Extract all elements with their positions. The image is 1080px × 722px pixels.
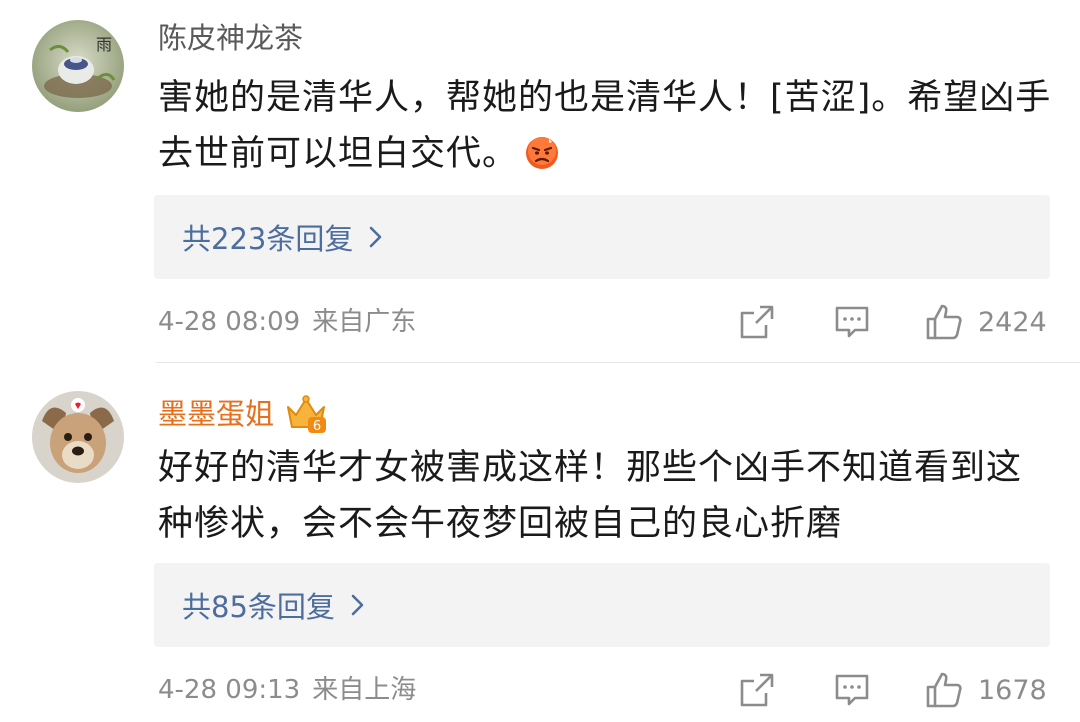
dog-avatar-icon [32, 391, 124, 483]
comment-text: 害她的是清华人，帮她的也是清华人！[苦涩]。希望凶手去世前可以坦白交代。 [158, 70, 1056, 182]
like-count: 2424 [978, 306, 1047, 338]
comment-meta: 4-28 08:09 来自广东 [158, 304, 416, 340]
user-avatar[interactable] [32, 391, 124, 483]
like-button[interactable]: 1678 [924, 670, 1047, 710]
comment-location: 来自上海 [312, 675, 417, 705]
angry-face-icon [526, 137, 559, 169]
username[interactable]: 陈皮神龙茶 [158, 18, 303, 58]
replies-count-label: 共223条回复 [182, 222, 354, 256]
comment-text: 好好的清华才女被害成这样！那些个凶手不知道看到这种惨状，会不会午夜梦回被自己的良… [158, 448, 1023, 544]
comment-time: 4-28 09:13 [158, 675, 301, 705]
replies-count-label: 共85条回复 [182, 590, 335, 624]
like-button[interactable]: 2424 [924, 302, 1047, 342]
comment-body: 害她的是清华人，帮她的也是清华人！[苦涩]。希望凶手去世前可以坦白交代。 [158, 78, 1052, 174]
thumbs-up-icon [926, 672, 962, 708]
like-count: 1678 [978, 674, 1047, 706]
thumbs-up-icon [926, 304, 962, 340]
comment-time: 4-28 08:09 [158, 307, 301, 337]
comment-icon [835, 306, 869, 338]
user-avatar[interactable]: 雨 [32, 20, 124, 112]
comment-button[interactable] [833, 670, 871, 710]
chevron-right-icon [370, 226, 382, 248]
share-button[interactable] [738, 670, 776, 710]
view-replies-button[interactable]: 共85条回复 [154, 563, 1050, 647]
crown-vip-badge-icon: 6 [287, 395, 327, 434]
comment-location: 来自广东 [312, 307, 417, 337]
share-icon [740, 305, 774, 339]
tea-set-avatar-icon: 雨 [32, 20, 124, 112]
username[interactable]: 墨墨蛋姐 6 [158, 393, 328, 435]
vip-level: 6 [313, 419, 321, 434]
share-icon [740, 673, 774, 707]
svg-text:雨: 雨 [96, 35, 112, 54]
share-button[interactable] [738, 302, 776, 342]
comment-button[interactable] [833, 302, 871, 342]
view-replies-button[interactable]: 共223条回复 [154, 195, 1050, 279]
comment-meta: 4-28 09:13 来自上海 [158, 672, 416, 708]
comment-divider [156, 362, 1080, 363]
username-text: 墨墨蛋姐 [158, 397, 275, 431]
comment-icon [835, 674, 869, 706]
comment-item: 雨 陈皮神龙茶 害她的是清华人，帮她的也是清华人！[苦涩]。希望凶手去世前可以坦… [0, 0, 1080, 362]
chevron-right-icon [351, 594, 364, 616]
